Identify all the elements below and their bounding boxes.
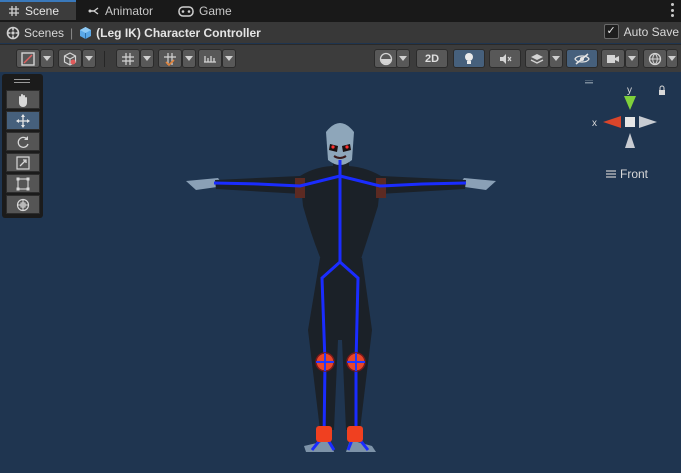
cube-wire-icon: [63, 51, 77, 66]
shading-mode-dropdown[interactable]: [396, 49, 410, 68]
tab-scene[interactable]: Scene: [0, 0, 76, 20]
more-options-icon[interactable]: [667, 3, 677, 17]
breadcrumb-prefab[interactable]: (Leg IK) Character Controller: [79, 26, 261, 40]
draw-mode-dropdown[interactable]: [40, 49, 54, 68]
scene-viewport[interactable]: [0, 72, 681, 473]
grid-snap-button[interactable]: [116, 49, 140, 68]
increment-snap-dropdown[interactable]: [182, 49, 196, 68]
neg-y-axis-cone[interactable]: [625, 133, 635, 148]
audio-mute-icon: [500, 53, 512, 64]
gizmos-dropdown[interactable]: [666, 49, 678, 68]
breadcrumb: Scenes | (Leg IK) Character Controller: [0, 22, 681, 43]
tab-animator[interactable]: Animator: [80, 0, 161, 22]
x-axis-cone[interactable]: [603, 116, 621, 128]
animator-icon: [88, 7, 99, 15]
gizmo-y-label: y: [627, 85, 632, 96]
transform-icon: [16, 198, 30, 211]
gizmo-globe-icon: [648, 52, 662, 65]
tab-label: Scene: [25, 4, 60, 18]
move-tool-button[interactable]: [6, 111, 40, 130]
render-mode-button[interactable]: [58, 49, 82, 68]
breadcrumb-scenes[interactable]: Scenes: [6, 26, 64, 40]
draw-mode-button[interactable]: [16, 49, 40, 68]
grid-icon: [9, 6, 19, 16]
autosave-label: Auto Save: [623, 24, 679, 39]
y-axis-cone[interactable]: [624, 96, 636, 110]
lightbulb-icon: [465, 52, 473, 64]
camera-settings-dropdown[interactable]: [625, 49, 639, 68]
hand-icon: [19, 93, 27, 107]
grid-snap-icon: [122, 52, 134, 65]
hand-tool-button[interactable]: [6, 90, 40, 109]
scene-visibility-toggle[interactable]: [566, 49, 598, 68]
scene-toolbar: 2D: [0, 44, 681, 74]
lock-icon[interactable]: [659, 85, 665, 95]
rotate-icon: [17, 135, 29, 148]
layers-icon: [530, 53, 544, 64]
sphere-icon: [379, 52, 393, 65]
lighting-toggle[interactable]: [453, 49, 485, 68]
gamepad-icon: [178, 5, 194, 17]
rect-tool-button[interactable]: [6, 174, 40, 193]
prefab-cube-icon: [80, 26, 92, 39]
increment-snap-icon: [164, 52, 176, 66]
increment-snap-button[interactable]: [158, 49, 182, 68]
neg-x-axis-cone[interactable]: [639, 116, 657, 128]
view-label[interactable]: Front: [606, 167, 648, 181]
align-snap-button[interactable]: [198, 49, 222, 68]
tab-bar: Scene Animator Game: [0, 0, 681, 22]
tab-label: Animator: [105, 4, 154, 18]
scale-tool-button[interactable]: [6, 153, 40, 172]
camera-icon: [607, 54, 619, 63]
transform-tool-button[interactable]: [6, 195, 40, 214]
hidden-eye-icon: [574, 52, 590, 65]
grid-snap-dropdown[interactable]: [140, 49, 154, 68]
audio-toggle[interactable]: [489, 49, 521, 68]
draw-mode-icon: [21, 51, 35, 66]
tools-palette: [2, 74, 43, 218]
view-label-text: Front: [620, 167, 649, 181]
menu-lines-icon: [606, 170, 616, 178]
shading-mode-button[interactable]: [374, 49, 398, 68]
breadcrumb-root: Scenes: [24, 25, 65, 40]
align-snap-dropdown[interactable]: [222, 49, 236, 68]
gizmo-center-cube[interactable]: [625, 117, 635, 127]
gizmo-x-label: x: [592, 118, 597, 129]
tab-game[interactable]: Game: [170, 0, 240, 22]
rect-transform-icon: [16, 177, 30, 190]
gizmos-button[interactable]: [643, 49, 667, 68]
ruler-icon: [204, 55, 216, 63]
toggle-2d-button[interactable]: 2D: [416, 49, 448, 68]
tab-label: Game: [199, 4, 232, 18]
autosave-toggle[interactable]: ✓ Auto Save: [603, 24, 679, 39]
render-mode-dropdown[interactable]: [82, 49, 96, 68]
scale-icon: [16, 155, 30, 170]
camera-settings-button[interactable]: [601, 49, 625, 68]
breadcrumb-separator: |: [70, 25, 74, 40]
effects-dropdown[interactable]: [549, 49, 563, 68]
breadcrumb-current: (Leg IK) Character Controller: [96, 25, 261, 40]
rotate-tool-button[interactable]: [6, 132, 40, 151]
effects-toggle[interactable]: [525, 49, 549, 68]
toggle-2d-label: 2D: [424, 52, 440, 65]
move-arrows-icon: [16, 113, 30, 128]
autosave-checkbox[interactable]: ✓: [603, 24, 619, 39]
scenes-icon: [6, 26, 20, 39]
